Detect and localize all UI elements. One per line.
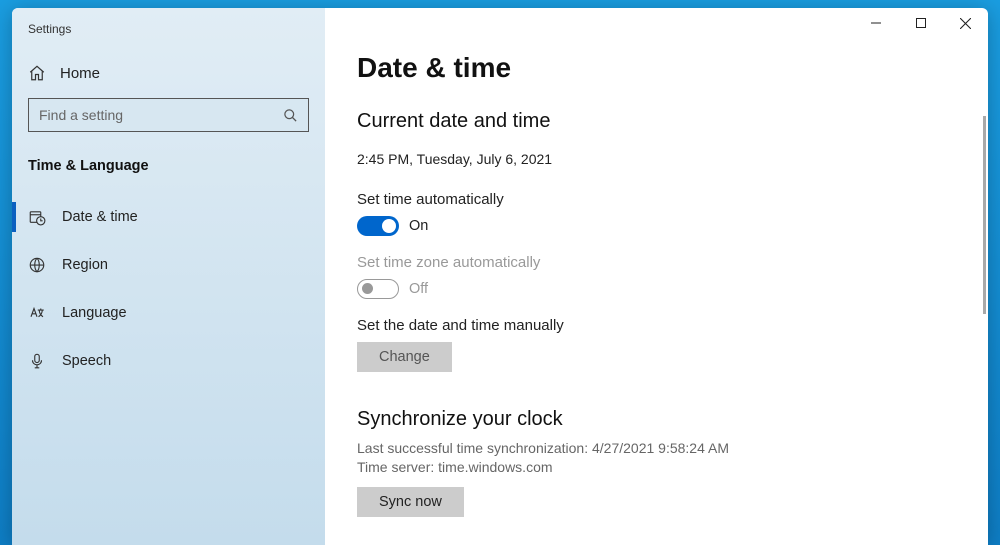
sync-heading: Synchronize your clock bbox=[357, 408, 956, 431]
sidebar-item-label: Date & time bbox=[62, 209, 138, 225]
window-controls bbox=[853, 8, 988, 38]
maximize-button[interactable] bbox=[898, 8, 943, 38]
change-button[interactable]: Change bbox=[357, 342, 452, 372]
content-area: Date & time Current date and time 2:45 P… bbox=[325, 8, 988, 545]
microphone-icon bbox=[28, 352, 46, 370]
set-time-auto-row: On bbox=[357, 216, 956, 236]
sidebar-item-region[interactable]: Region bbox=[12, 246, 325, 284]
sync-last-line: Last successful time synchronization: 4/… bbox=[357, 439, 956, 458]
scrollbar-thumb[interactable] bbox=[983, 116, 986, 314]
set-tz-auto-toggle[interactable] bbox=[357, 279, 399, 299]
language-icon bbox=[28, 304, 46, 322]
category-label: Time & Language bbox=[12, 152, 325, 198]
set-tz-auto-label: Set time zone automatically bbox=[357, 254, 956, 271]
sync-now-button[interactable]: Sync now bbox=[357, 487, 464, 517]
current-datetime: 2:45 PM, Tuesday, July 6, 2021 bbox=[357, 151, 956, 167]
minimize-button[interactable] bbox=[853, 8, 898, 38]
set-time-auto-state: On bbox=[409, 218, 428, 234]
section-current-heading: Current date and time bbox=[357, 110, 956, 133]
globe-icon bbox=[28, 256, 46, 274]
search-input[interactable] bbox=[39, 107, 259, 123]
home-label: Home bbox=[60, 65, 100, 82]
sidebar-item-label: Speech bbox=[62, 353, 111, 369]
sync-server-line: Time server: time.windows.com bbox=[357, 458, 956, 477]
sidebar-item-label: Region bbox=[62, 257, 108, 273]
app-title: Settings bbox=[12, 18, 325, 56]
search-box[interactable] bbox=[28, 98, 309, 132]
clock-calendar-icon bbox=[28, 208, 46, 226]
home-icon bbox=[28, 64, 46, 82]
settings-window: Settings Home Time & Language Date & tim… bbox=[12, 8, 988, 545]
sidebar: Settings Home Time & Language Date & tim… bbox=[12, 8, 325, 545]
sidebar-item-date-time[interactable]: Date & time bbox=[12, 198, 325, 236]
set-manual-label: Set the date and time manually bbox=[357, 317, 956, 334]
home-nav[interactable]: Home bbox=[12, 56, 325, 98]
sidebar-item-language[interactable]: Language bbox=[12, 294, 325, 332]
set-tz-auto-state: Off bbox=[409, 281, 428, 297]
set-time-auto-toggle[interactable] bbox=[357, 216, 399, 236]
close-button[interactable] bbox=[943, 8, 988, 38]
set-time-auto-label: Set time automatically bbox=[357, 191, 956, 208]
sync-info: Last successful time synchronization: 4/… bbox=[357, 439, 956, 477]
sidebar-item-speech[interactable]: Speech bbox=[12, 342, 325, 380]
page-title: Date & time bbox=[357, 52, 956, 84]
set-tz-auto-row: Off bbox=[357, 279, 956, 299]
sidebar-item-label: Language bbox=[62, 305, 127, 321]
search-icon bbox=[283, 108, 298, 123]
